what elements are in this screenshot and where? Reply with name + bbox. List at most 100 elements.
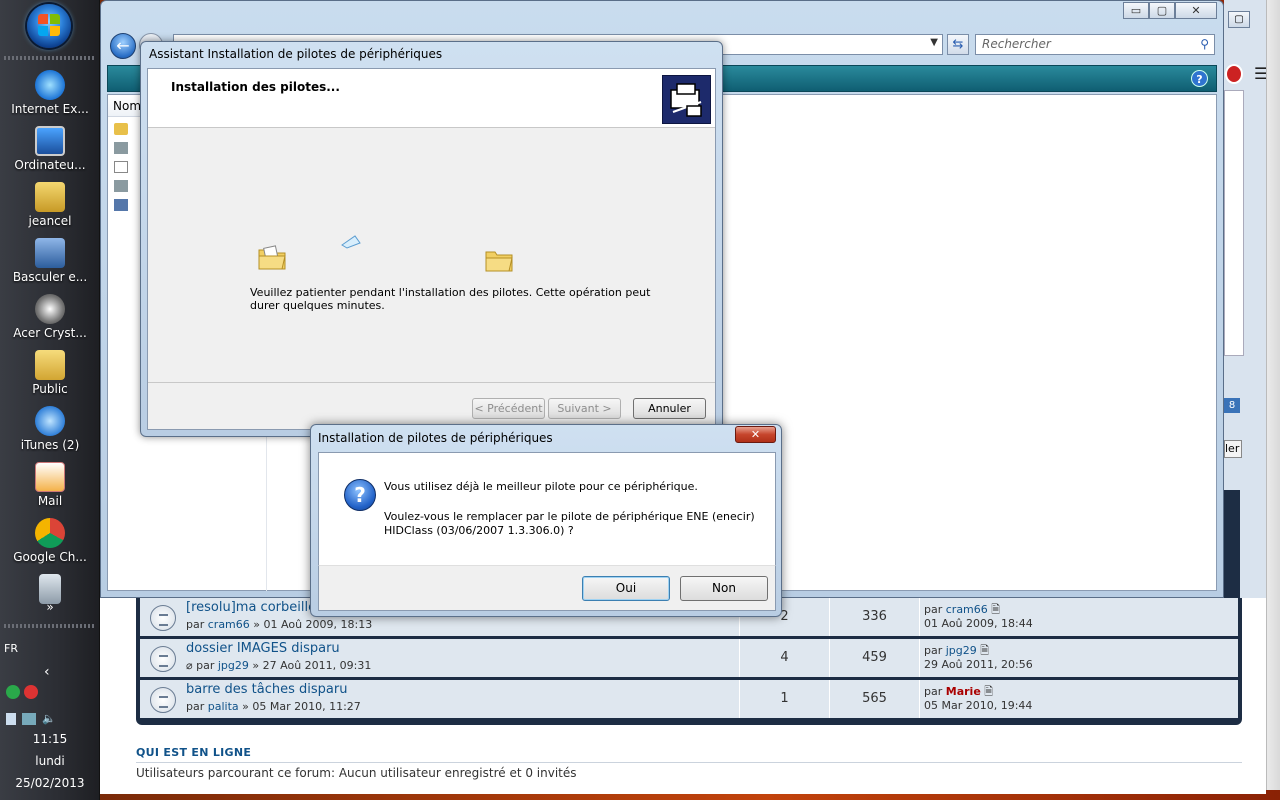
views-count: 336 xyxy=(829,598,919,636)
last-post: par jpg29 🗎 29 Aoû 2011, 20:56 xyxy=(919,639,1238,677)
source-folder-icon xyxy=(258,244,286,270)
folder-icon xyxy=(35,350,65,380)
close-button[interactable]: ✕ xyxy=(735,426,776,443)
dialog-footer: Oui Non xyxy=(318,565,776,611)
clock-day: lundi xyxy=(35,754,65,768)
file-icon xyxy=(114,160,128,173)
question-icon: ? xyxy=(344,479,376,511)
topic-title-link[interactable]: dossier IMAGES disparu xyxy=(186,641,340,656)
cancel-button[interactable]: Annuler xyxy=(633,398,706,419)
language-indicator[interactable]: FR xyxy=(4,642,18,655)
refresh-icon: ⇆ xyxy=(952,37,964,52)
tray-network-icon[interactable] xyxy=(22,713,36,725)
volume-icon[interactable]: 🔈 xyxy=(42,712,56,725)
last-author-link[interactable]: jpg29 xyxy=(946,644,977,657)
collapse-arrow-icon[interactable]: ‹ xyxy=(44,664,50,680)
destination-folder-icon xyxy=(485,246,513,272)
last-author-link[interactable]: cram66 xyxy=(946,603,988,616)
desktop-icon-computer[interactable]: Ordinateu... xyxy=(2,126,98,172)
who-online-text: Utilisateurs parcourant ce forum: Aucun … xyxy=(136,766,577,780)
switch-windows-icon xyxy=(35,238,65,268)
help-icon[interactable]: ? xyxy=(1191,70,1208,87)
page-badge[interactable]: 8 xyxy=(1224,398,1240,413)
topic-title-link[interactable]: [resolu]ma corbeille xyxy=(186,600,316,615)
maximize-button[interactable]: ▢ xyxy=(1149,2,1175,19)
wizard-title: Assistant Installation de pilotes de pér… xyxy=(149,47,443,61)
desktop-icon-chrome[interactable]: Google Ch... xyxy=(2,518,98,564)
topic-author-link[interactable]: jpg29 xyxy=(218,659,249,672)
clock-date: 25/02/2013 xyxy=(15,776,85,790)
topic-author-link[interactable]: palita xyxy=(208,700,239,713)
minimize-button[interactable]: ▭ xyxy=(1123,2,1149,19)
driver-install-wizard: Assistant Installation de pilotes de pér… xyxy=(140,41,723,437)
page-scrollbar[interactable] xyxy=(1266,0,1280,790)
desktop-icon-acer-crystal[interactable]: Acer Cryst... xyxy=(2,294,98,340)
replace-driver-dialog: Installation de pilotes de périphériques… xyxy=(310,424,782,617)
side-button[interactable]: ler xyxy=(1224,440,1242,458)
driver-icon xyxy=(114,141,128,154)
browser-panel-edge xyxy=(1224,90,1244,356)
last-author-link[interactable]: Marie xyxy=(946,685,981,698)
yes-button[interactable]: Oui xyxy=(582,576,670,601)
more-icons-chevron[interactable]: » xyxy=(0,600,100,614)
search-icon[interactable]: ⚲ xyxy=(1200,37,1209,51)
dialog-message-primary: Vous utilisez déjà le meilleur pilote po… xyxy=(384,480,698,493)
stop-icon[interactable] xyxy=(1225,64,1243,84)
desktop-icon-mail[interactable]: Mail xyxy=(2,462,98,508)
back-button[interactable]: < Précédent xyxy=(472,398,545,419)
back-button[interactable]: ← xyxy=(110,33,136,59)
desktop-icon-label: Google Ch... xyxy=(13,550,87,564)
hardware-install-icon xyxy=(662,75,711,124)
replies-count: 1 xyxy=(739,680,829,718)
desktop-icon-switch-windows[interactable]: Basculer e... xyxy=(2,238,98,284)
computer-icon xyxy=(35,126,65,156)
internet-explorer-icon xyxy=(35,70,65,100)
desktop-icon-label: Basculer e... xyxy=(12,270,88,284)
desktop-icon-internet-explorer[interactable]: Internet Ex... xyxy=(2,70,98,116)
attachment-icon: ⌀ xyxy=(186,659,193,672)
clock-time[interactable]: 11:15 xyxy=(0,732,100,746)
topic-icon xyxy=(150,687,176,713)
driver-icon xyxy=(114,179,128,192)
sidebar: Internet Ex... Ordinateu... jeancel Basc… xyxy=(0,0,100,800)
refresh-button[interactable]: ⇆ xyxy=(947,34,969,55)
desktop-icon-label: Public xyxy=(32,382,68,396)
desktop-icon-public[interactable]: Public xyxy=(2,350,98,396)
dialog-message-question: Voulez-vous le remplacer par le pilote d… xyxy=(384,510,755,537)
sidebar-grip xyxy=(4,56,96,60)
table-row[interactable]: barre des tâches disparu par palita » 05… xyxy=(140,680,1238,719)
desktop-icon-label: Mail xyxy=(37,494,63,508)
desktop-icon-label: iTunes (2) xyxy=(20,438,80,452)
topic-author-link[interactable]: cram66 xyxy=(208,618,250,631)
setup-icon xyxy=(114,198,128,211)
forum-table-edge xyxy=(1224,490,1240,598)
chrome-icon xyxy=(35,518,65,548)
dialog-body: ? Vous utilisez déjà le meilleur pilote … xyxy=(318,452,776,565)
tray-antivirus-icon[interactable] xyxy=(24,685,38,699)
last-post: par cram66 🗎 01 Aoû 2009, 18:44 xyxy=(919,598,1238,636)
last-post: par Marie 🗎 05 Mar 2010, 19:44 xyxy=(919,680,1238,718)
next-button[interactable]: Suivant > xyxy=(548,398,621,419)
chevron-down-icon[interactable]: ▼ xyxy=(930,37,938,48)
forum-page: [resolu]ma corbeille par cram66 » 01 Aoû… xyxy=(100,598,1266,794)
webcam-icon xyxy=(35,294,65,324)
mail-icon xyxy=(35,462,65,492)
topic-title-link[interactable]: barre des tâches disparu xyxy=(186,682,347,697)
view-latest-post-icon[interactable]: 🗎 xyxy=(980,644,989,657)
desktop-icon-itunes[interactable]: iTunes (2) xyxy=(2,406,98,452)
tray-device-icon[interactable] xyxy=(6,713,16,725)
view-latest-post-icon[interactable]: 🗎 xyxy=(991,603,1000,616)
table-row[interactable]: dossier IMAGES disparu ⌀ par jpg29 » 27 … xyxy=(140,639,1238,678)
desktop-icon-jeancel[interactable]: jeancel xyxy=(2,182,98,228)
tray-app-icon[interactable] xyxy=(6,685,20,699)
browser-restore-button[interactable]: ▢ xyxy=(1228,11,1250,28)
flying-document-icon xyxy=(341,235,361,252)
replies-count: 4 xyxy=(739,639,829,677)
topic-byline: par cram66 » 01 Aoû 2009, 18:13 xyxy=(186,618,373,631)
search-input[interactable]: Rechercher ⚲ xyxy=(975,34,1215,55)
no-button[interactable]: Non xyxy=(680,576,768,601)
windows-logo-icon xyxy=(38,14,60,36)
close-button[interactable]: ✕ xyxy=(1175,2,1217,19)
view-latest-post-icon[interactable]: 🗎 xyxy=(984,685,993,698)
user-folder-icon xyxy=(35,182,65,212)
